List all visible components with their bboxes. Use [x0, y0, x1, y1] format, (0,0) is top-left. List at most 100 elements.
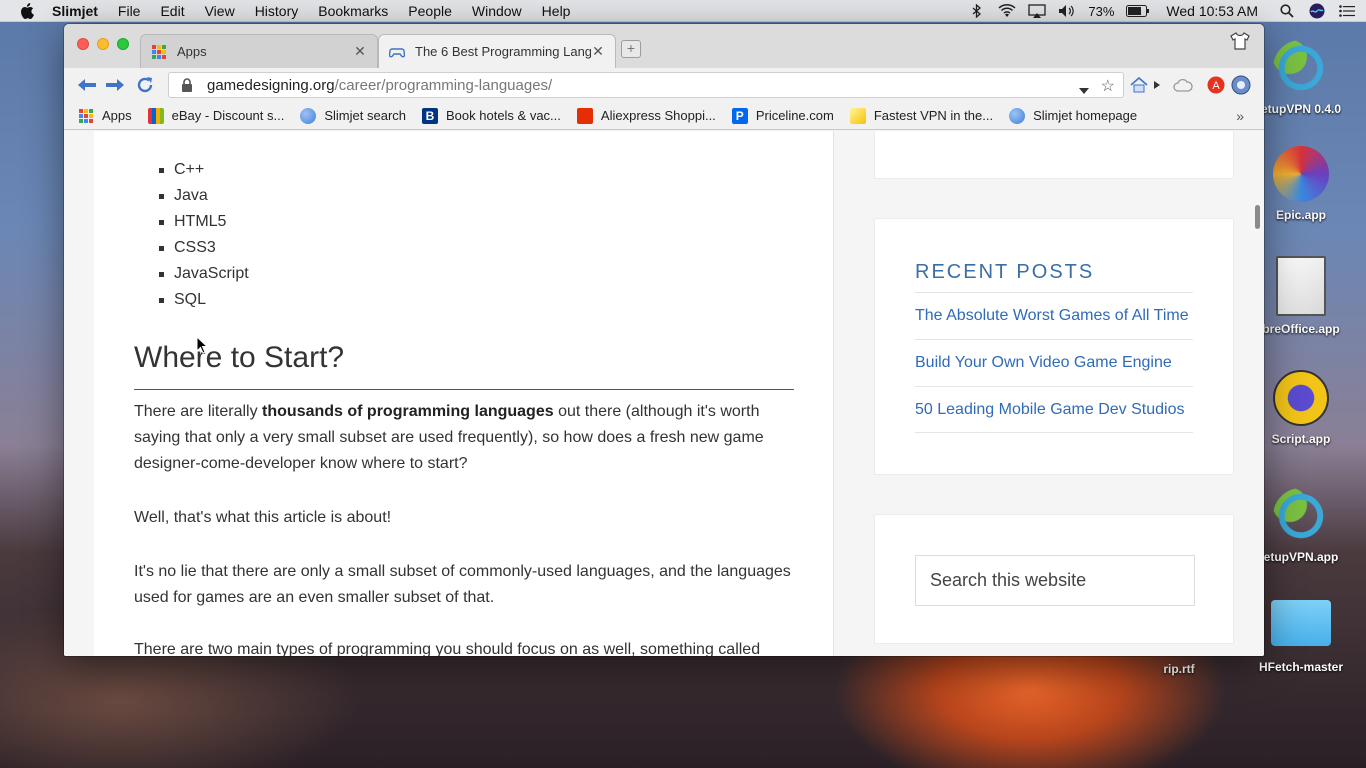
bookmark-slimjet-homepage[interactable]: Slimjet homepage	[1009, 107, 1138, 124]
article-paragraph-2: Well, that's what this article is about!	[134, 509, 392, 526]
script-icon	[1273, 370, 1329, 426]
aliexpress-favicon-icon	[576, 107, 593, 124]
slimjet-globe-icon	[300, 107, 317, 124]
tab-apps[interactable]: Apps ✕	[140, 34, 378, 68]
bookmark-label: Apps	[102, 108, 132, 123]
list-item: JavaScript	[159, 261, 249, 287]
paragraph-text: There are literally	[134, 403, 263, 420]
spotlight-search-icon[interactable]	[1278, 3, 1296, 19]
adblock-extension-icon[interactable]: A	[1205, 75, 1227, 95]
list-item: HTML5	[159, 209, 249, 235]
vpn-favicon-icon	[849, 107, 866, 124]
browser-window: Apps ✕ The 6 Best Programming Langua ✕ +	[64, 24, 1264, 656]
notification-center-icon[interactable]	[1338, 3, 1356, 19]
bookmarks-overflow-chevron-icon[interactable]: »	[1236, 108, 1244, 124]
siri-icon[interactable]	[1308, 3, 1326, 19]
zoom-window-button[interactable]	[117, 38, 129, 50]
tab-close-icon[interactable]: ✕	[591, 43, 605, 60]
menu-bookmarks[interactable]: Bookmarks	[318, 3, 388, 19]
article-paragraph-4: There are two main types of programming …	[134, 641, 761, 656]
bookmark-star-icon[interactable]: ☆	[1101, 76, 1115, 96]
wifi-icon[interactable]	[998, 3, 1016, 19]
list-item: SQL	[159, 287, 249, 313]
play-arrow-icon[interactable]	[1152, 75, 1162, 95]
bluetooth-icon[interactable]	[968, 3, 986, 19]
setupvpn-icon	[1273, 40, 1329, 96]
tab-title: Apps	[177, 44, 207, 59]
list-item: C++	[159, 157, 249, 183]
priceline-favicon-icon: P	[731, 107, 748, 124]
macos-menu-bar: Slimjet File Edit View History Bookmarks…	[0, 0, 1366, 22]
article-paragraph-3: It's no lie that there are only a small …	[134, 563, 791, 606]
vertical-scrollbar[interactable]	[1255, 205, 1260, 229]
paragraph-bold-text: thousands of programming languages	[262, 403, 554, 420]
folder-icon	[1271, 600, 1331, 646]
bookmark-label: Aliexpress Shoppi...	[600, 108, 716, 123]
menu-people[interactable]: People	[408, 3, 452, 19]
bookmark-priceline[interactable]: P Priceline.com	[731, 107, 834, 124]
bookmark-apps[interactable]: Apps	[78, 108, 132, 124]
bookmark-aliexpress[interactable]: Aliexpress Shoppi...	[576, 107, 716, 124]
search-input[interactable]	[915, 555, 1195, 606]
section-heading: Where to Start?	[134, 341, 345, 374]
bookmark-label: eBay - Discount s...	[171, 108, 285, 123]
slimjet-globe-icon	[1009, 107, 1026, 124]
tab-programming-languages[interactable]: The 6 Best Programming Langua ✕	[378, 34, 616, 68]
menu-history[interactable]: History	[255, 3, 299, 19]
desktop-file-label: rip.rtf	[1163, 662, 1195, 676]
epic-browser-icon	[1273, 146, 1329, 202]
forward-arrow-icon[interactable]	[104, 75, 126, 95]
mouse-cursor-icon	[196, 335, 209, 354]
page-viewport: C++ Java HTML5 CSS3 JavaScript SQL Where…	[64, 131, 1264, 656]
new-tab-button[interactable]: +	[621, 40, 641, 58]
heading-divider	[134, 389, 794, 390]
tab-title: The 6 Best Programming Langua	[415, 44, 591, 59]
bookmark-label: Priceline.com	[755, 108, 834, 123]
recent-post-link[interactable]: Build Your Own Video Game Engine	[915, 339, 1193, 386]
slimjet-menu-icon[interactable]	[1230, 75, 1252, 95]
battery-icon[interactable]	[1126, 3, 1150, 19]
recent-posts-title: RECENT POSTS	[915, 261, 1095, 283]
minimize-window-button[interactable]	[97, 38, 109, 50]
menu-help[interactable]: Help	[542, 3, 571, 19]
airplay-icon[interactable]	[1028, 3, 1047, 19]
recent-post-link[interactable]: The Absolute Worst Games of All Time	[915, 292, 1193, 339]
apple-logo-icon[interactable]	[18, 2, 36, 20]
ebay-favicon-icon	[147, 107, 164, 124]
libreoffice-icon	[1276, 256, 1326, 316]
desktop-icon-label: HFetch-master	[1258, 660, 1344, 674]
tshirt-theme-icon[interactable]	[1230, 32, 1250, 50]
menu-window[interactable]: Window	[472, 3, 522, 19]
menu-edit[interactable]: Edit	[160, 3, 184, 19]
desktop-file-rtf[interactable]: rip.rtf	[1124, 662, 1234, 676]
back-arrow-icon[interactable]	[76, 75, 98, 95]
bookmark-vpn[interactable]: Fastest VPN in the...	[849, 107, 994, 124]
gamepad-icon	[388, 44, 406, 60]
chevron-down-icon[interactable]	[1079, 81, 1089, 98]
volume-icon[interactable]	[1058, 3, 1076, 19]
recent-post-link[interactable]: 50 Leading Mobile Game Dev Studios	[915, 386, 1193, 433]
cloud-extension-icon[interactable]	[1172, 75, 1194, 95]
menu-app-name[interactable]: Slimjet	[52, 3, 98, 19]
tab-close-icon[interactable]: ✕	[353, 43, 367, 60]
language-list: C++ Java HTML5 CSS3 JavaScript SQL	[159, 157, 249, 313]
article-content: C++ Java HTML5 CSS3 JavaScript SQL Where…	[94, 131, 834, 656]
tab-strip: Apps ✕ The 6 Best Programming Langua ✕ +	[64, 24, 1264, 68]
menu-file[interactable]: File	[118, 3, 141, 19]
bookmark-label: Fastest VPN in the...	[873, 108, 994, 123]
battery-percent[interactable]: 73%	[1088, 4, 1114, 19]
bookmark-slimjet-search[interactable]: Slimjet search	[300, 107, 406, 124]
reload-icon[interactable]	[134, 75, 156, 95]
close-window-button[interactable]	[77, 38, 89, 50]
address-bar[interactable]: gamedesigning.org/career/programming-lan…	[168, 72, 1124, 98]
menu-view[interactable]: View	[205, 3, 235, 19]
menubar-clock[interactable]: Wed 10:53 AM	[1166, 3, 1258, 19]
bookmark-ebay[interactable]: eBay - Discount s...	[147, 107, 285, 124]
bookmark-booking[interactable]: B Book hotels & vac...	[422, 107, 561, 124]
article-paragraph-1: There are literally thousands of program…	[134, 399, 794, 477]
list-item: CSS3	[159, 235, 249, 261]
search-widget	[874, 514, 1234, 644]
home-icon[interactable]	[1128, 75, 1150, 95]
bookmark-label: Slimjet homepage	[1033, 108, 1138, 123]
browser-toolbar: gamedesigning.org/career/programming-lan…	[64, 68, 1264, 102]
